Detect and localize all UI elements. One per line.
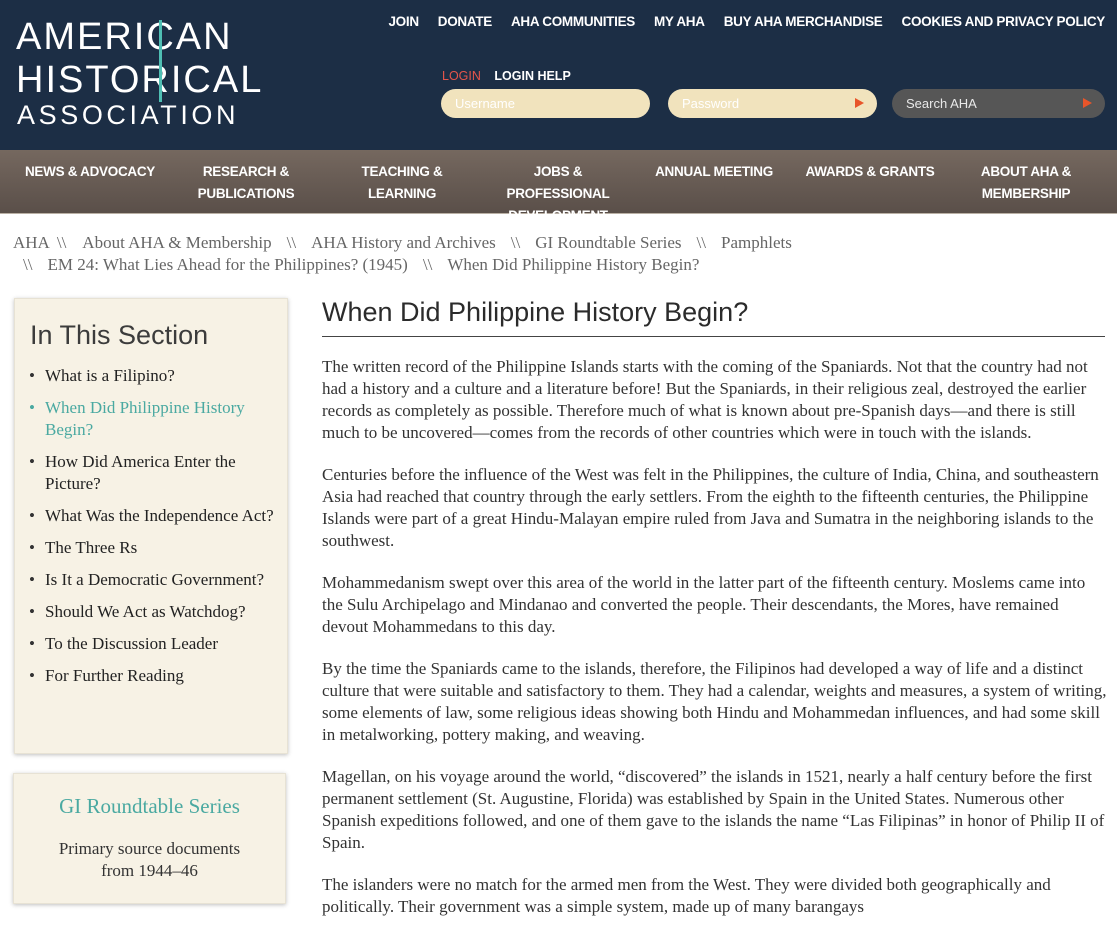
section-link-discussion-leader[interactable]: To the Discussion Leader <box>27 633 277 655</box>
logo-line-historical: HISTORICAL <box>16 59 264 101</box>
section-link-independence-act[interactable]: What Was the Independence Act? <box>27 505 277 527</box>
nav-annual-meeting[interactable]: ANNUAL MEETING <box>650 150 778 214</box>
article-body: The written record of the Philippine Isl… <box>322 356 1107 938</box>
login-label: LOGIN <box>442 69 481 83</box>
join-link[interactable]: JOIN <box>388 14 419 29</box>
breadcrumb-pamphlets[interactable]: Pamphlets <box>721 233 792 252</box>
my-aha-link[interactable]: MY AHA <box>654 14 705 29</box>
series-description: Primary source documents from 1944–46 <box>58 839 241 880</box>
search-submit-arrow-icon[interactable] <box>1083 98 1092 108</box>
nav-teaching-learning[interactable]: TEACHING & LEARNING <box>326 150 478 214</box>
gi-roundtable-series-box: GI Roundtable Series Primary source docu… <box>13 773 286 904</box>
title-divider <box>322 336 1105 337</box>
nav-news-advocacy[interactable]: NEWS & ADVOCACY <box>22 150 158 214</box>
breadcrumb-separator: \\ <box>56 233 67 252</box>
article-paragraph: The islanders were no match for the arme… <box>322 875 1051 916</box>
section-link-democratic-government[interactable]: Is It a Democratic Government? <box>27 569 277 591</box>
breadcrumb-separator: \\ <box>422 255 433 274</box>
section-link-what-is-filipino[interactable]: What is a Filipino? <box>27 365 277 387</box>
in-this-section-box: In This Section What is a Filipino? When… <box>14 298 288 754</box>
breadcrumb-separator: \\ <box>286 233 297 252</box>
aha-communities-link[interactable]: AHA COMMUNITIES <box>511 14 635 29</box>
section-link-three-rs[interactable]: The Three Rs <box>27 537 277 559</box>
username-field <box>441 89 650 118</box>
main-nav: NEWS & ADVOCACY RESEARCH & PUBLICATIONS … <box>0 150 1117 223</box>
series-heading[interactable]: GI Roundtable Series <box>14 794 285 819</box>
cookies-privacy-link[interactable]: COOKIES AND PRIVACY POLICY <box>902 14 1106 29</box>
breadcrumb-separator: \\ <box>23 255 33 274</box>
article-paragraph: Centuries before the influence of the We… <box>322 465 1099 550</box>
article-paragraph: Mohammedanism swept over this area of th… <box>322 573 1086 636</box>
breadcrumb-current-page[interactable]: When Did Philippine History Begin? <box>447 255 699 274</box>
nav-awards-grants[interactable]: AWARDS & GRANTS <box>800 150 940 214</box>
search-input[interactable] <box>892 89 1105 118</box>
breadcrumb-em24[interactable]: EM 24: What Lies Ahead for the Philippin… <box>47 255 407 274</box>
logo-line-american: AMERICAN <box>16 16 233 58</box>
login-row: LOGIN LOGIN HELP <box>442 69 571 83</box>
article-paragraph: By the time the Spaniards came to the is… <box>322 659 1107 744</box>
breadcrumb-aha[interactable]: AHA <box>13 233 50 252</box>
breadcrumb-separator: \\ <box>696 233 706 252</box>
section-heading: In This Section <box>30 320 209 350</box>
section-link-watchdog[interactable]: Should We Act as Watchdog? <box>27 601 277 623</box>
nav-about-aha-membership[interactable]: ABOUT AHA & MEMBERSHIP <box>966 150 1086 214</box>
section-link-philippine-history[interactable]: When Did Philippine History Begin? <box>27 397 277 441</box>
page-title: When Did Philippine History Begin? <box>322 297 749 327</box>
utility-nav: JOIN DONATE AHA COMMUNITIES MY AHA BUY A… <box>388 14 1105 29</box>
article-paragraph: Magellan, on his voyage around the world… <box>322 767 1105 852</box>
section-list: What is a Filipino? When Did Philippine … <box>27 365 277 697</box>
section-link-further-reading[interactable]: For Further Reading <box>27 665 277 687</box>
nav-jobs-professional-development[interactable]: JOBS & PROFESSIONAL DEVELOPMENT <box>484 150 632 223</box>
breadcrumb: AHA \\ About AHA & Membership \\ AHA History… <box>13 232 1103 276</box>
logo-cross-vertical <box>159 20 162 102</box>
logo-line-association: ASSOCIATION <box>17 100 240 130</box>
login-submit-arrow-icon[interactable] <box>855 98 864 108</box>
section-link-america-enter[interactable]: How Did America Enter the Picture? <box>27 451 277 495</box>
search-field <box>892 89 1105 118</box>
nav-research-publications[interactable]: RESEARCH & PUBLICATIONS <box>186 150 306 214</box>
login-help-link[interactable]: LOGIN HELP <box>494 69 570 83</box>
article-paragraph: The written record of the Philippine Isl… <box>322 357 1088 442</box>
breadcrumb-history-archives[interactable]: AHA History and Archives <box>311 233 496 252</box>
donate-link[interactable]: DONATE <box>438 14 493 29</box>
breadcrumb-about-aha[interactable]: About AHA & Membership <box>82 233 271 252</box>
username-input[interactable] <box>441 89 650 118</box>
password-field <box>668 89 877 118</box>
buy-merchandise-link[interactable]: BUY AHA MERCHANDISE <box>724 14 883 29</box>
site-header: AMERICAN HISTORICAL ASSOCIATION JOIN DON… <box>0 0 1117 150</box>
password-input[interactable] <box>668 89 877 118</box>
breadcrumb-gi-roundtable[interactable]: GI Roundtable Series <box>535 233 681 252</box>
breadcrumb-separator: \\ <box>510 233 521 252</box>
aha-logo[interactable]: AMERICAN HISTORICAL ASSOCIATION <box>16 16 261 130</box>
